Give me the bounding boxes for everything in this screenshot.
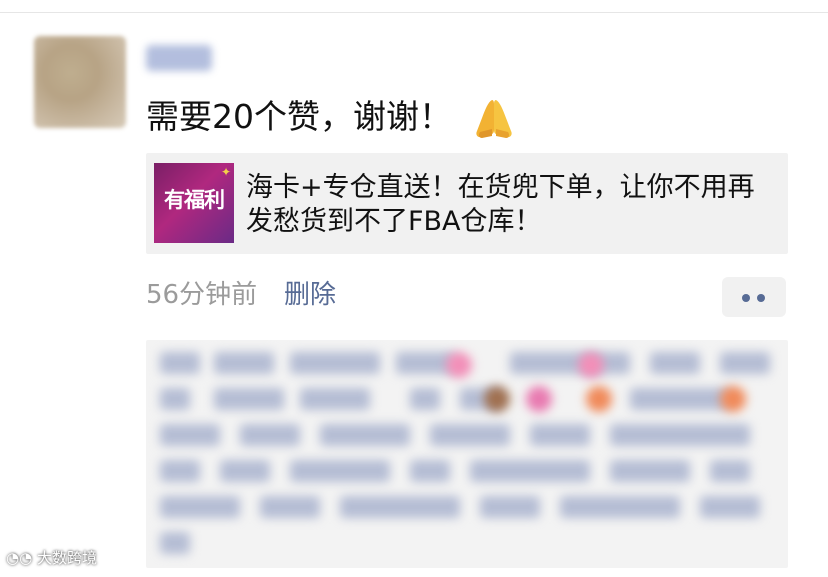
blurred-comment-line xyxy=(160,388,770,410)
post-timestamp: 56分钟前 xyxy=(146,280,258,310)
blurred-comment-line xyxy=(160,460,770,482)
watermark: ◔◔ 大数跨境 xyxy=(6,548,97,568)
post-text: 需要20个赞，谢谢！ xyxy=(146,97,452,136)
blurred-emoji xyxy=(720,386,746,412)
blurred-comment-line xyxy=(160,532,770,554)
blurred-emoji xyxy=(526,386,552,412)
more-options-button[interactable] xyxy=(722,277,786,317)
blurred-emoji xyxy=(586,386,612,412)
blurred-comments-area xyxy=(146,340,788,568)
thumbnail-label: 有福利 xyxy=(164,188,225,212)
sparkle-icon: ✦ xyxy=(220,165,231,179)
link-card[interactable]: ✦ 有福利 海卡+专仓直送！在货兜下单，让你不用再发愁货到不了FBA仓库！ xyxy=(146,153,788,254)
blurred-emoji xyxy=(446,352,472,378)
link-card-thumbnail: ✦ 有福利 xyxy=(154,163,234,243)
blurred-comment-line xyxy=(160,496,770,518)
watermark-logo-icon: ◔◔ xyxy=(6,549,33,567)
avatar[interactable] xyxy=(34,36,126,128)
blurred-emoji xyxy=(484,386,510,412)
link-card-title: 海卡+专仓直送！在货兜下单，让你不用再发愁货到不了FBA仓库！ xyxy=(246,172,755,237)
folded-hands-icon xyxy=(476,100,512,138)
watermark-text: 大数跨境 xyxy=(36,549,97,567)
more-dots-icon xyxy=(757,294,765,302)
blurred-comment-line xyxy=(160,424,770,446)
blurred-emoji xyxy=(578,352,604,378)
blurred-nickname[interactable] xyxy=(146,45,212,71)
more-dots-icon xyxy=(742,294,750,302)
delete-link[interactable]: 删除 xyxy=(284,277,336,313)
top-divider xyxy=(0,12,828,13)
